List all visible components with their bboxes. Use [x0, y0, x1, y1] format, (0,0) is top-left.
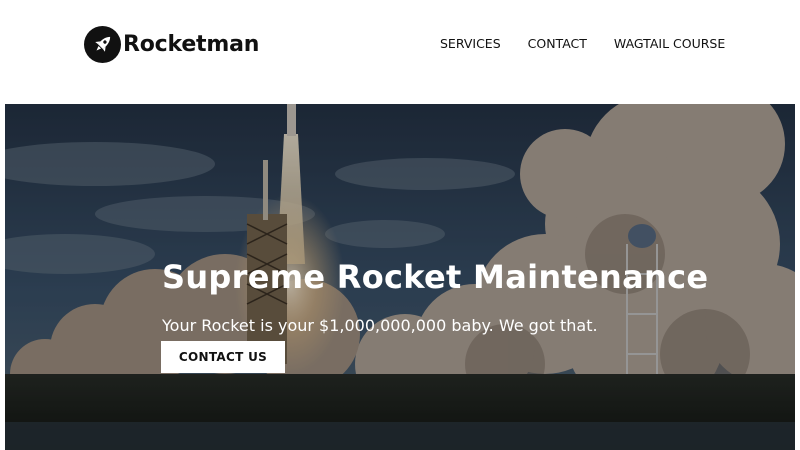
hero-title: Supreme Rocket Maintenance [162, 258, 709, 296]
brand-link[interactable]: Rocketman [84, 25, 259, 63]
top-navbar: Rocketman SERVICES CONTACT WAGTAIL COURS… [0, 0, 800, 104]
brand-name: Rocketman [123, 31, 260, 57]
nav-link-services[interactable]: SERVICES [440, 36, 501, 51]
contact-us-button[interactable]: CONTACT US [161, 341, 285, 373]
hero-subtitle: Your Rocket is your $1,000,000,000 baby.… [162, 316, 598, 335]
rocket-icon [84, 25, 121, 63]
main-nav: SERVICES CONTACT WAGTAIL COURSE [440, 36, 752, 51]
nav-link-wagtail-course[interactable]: WAGTAIL COURSE [614, 36, 725, 51]
hero-section: Supreme Rocket Maintenance Your Rocket i… [5, 104, 795, 450]
nav-link-contact[interactable]: CONTACT [528, 36, 587, 51]
